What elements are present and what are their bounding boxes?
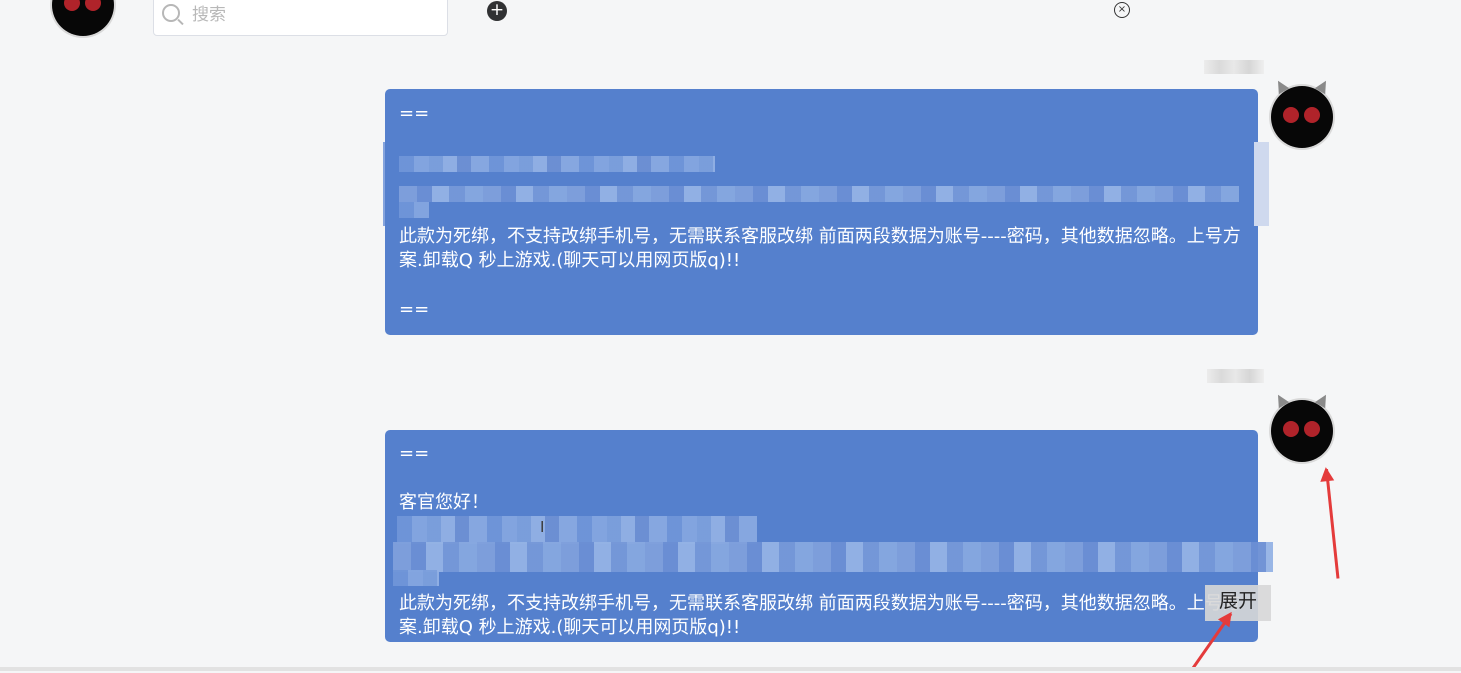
redacted-text — [383, 142, 385, 226]
avatar-eye — [64, 0, 80, 11]
close-icon[interactable]: × — [1114, 2, 1130, 18]
message-separator: == — [399, 103, 430, 124]
redacted-text — [399, 202, 429, 218]
avatar-ear — [1272, 391, 1290, 409]
search-box[interactable] — [153, 0, 448, 36]
message-timestamp — [1204, 60, 1264, 74]
text-cursor-icon: I — [540, 518, 545, 536]
message-bubble[interactable]: == 客官您好！ I 此款为死绑，不支持改绑手机号，无需联系客服改绑 前面两段数… — [385, 430, 1273, 642]
redacted-text — [393, 570, 439, 586]
message-text: 此款为死绑，不支持改绑手机号，无需联系客服改绑 前面两段数据为账号----密码，… — [399, 593, 1241, 638]
sender-avatar[interactable] — [1271, 77, 1333, 148]
message-greeting: 客官您好！ — [399, 492, 489, 513]
redacted-text — [399, 156, 715, 172]
message-separator: == — [399, 443, 430, 464]
annotation-arrow — [1325, 468, 1340, 579]
search-icon — [162, 4, 180, 22]
message-separator: == — [399, 299, 430, 320]
contact-avatar[interactable] — [52, 0, 114, 36]
redacted-scrollbar — [1254, 142, 1269, 226]
expand-button[interactable]: 展开 — [1205, 585, 1271, 621]
message-bubble[interactable]: == 此款为死绑，不支持改绑手机号，无需联系客服改绑 前面两段数据为账号----… — [383, 89, 1269, 335]
redacted-text — [397, 516, 757, 544]
message-text: 此款为死绑，不支持改绑手机号，无需联系客服改绑 前面两段数据为账号----密码，… — [399, 226, 1241, 271]
avatar-eye — [1283, 421, 1299, 437]
avatar-ear — [1314, 391, 1332, 409]
search-input[interactable] — [190, 0, 434, 30]
redacted-text — [393, 542, 1273, 572]
avatar-eye — [85, 0, 101, 11]
avatar-ear — [1272, 77, 1290, 95]
avatar-eye — [1283, 107, 1299, 123]
add-button[interactable]: + — [487, 1, 507, 21]
avatar-eye — [1304, 107, 1320, 123]
bottom-scrollbar[interactable] — [0, 667, 1461, 671]
message-timestamp — [1207, 369, 1264, 383]
redacted-text — [399, 186, 1239, 202]
sender-avatar[interactable] — [1271, 391, 1333, 462]
avatar-ear — [1314, 77, 1332, 95]
avatar-eye — [1304, 421, 1320, 437]
